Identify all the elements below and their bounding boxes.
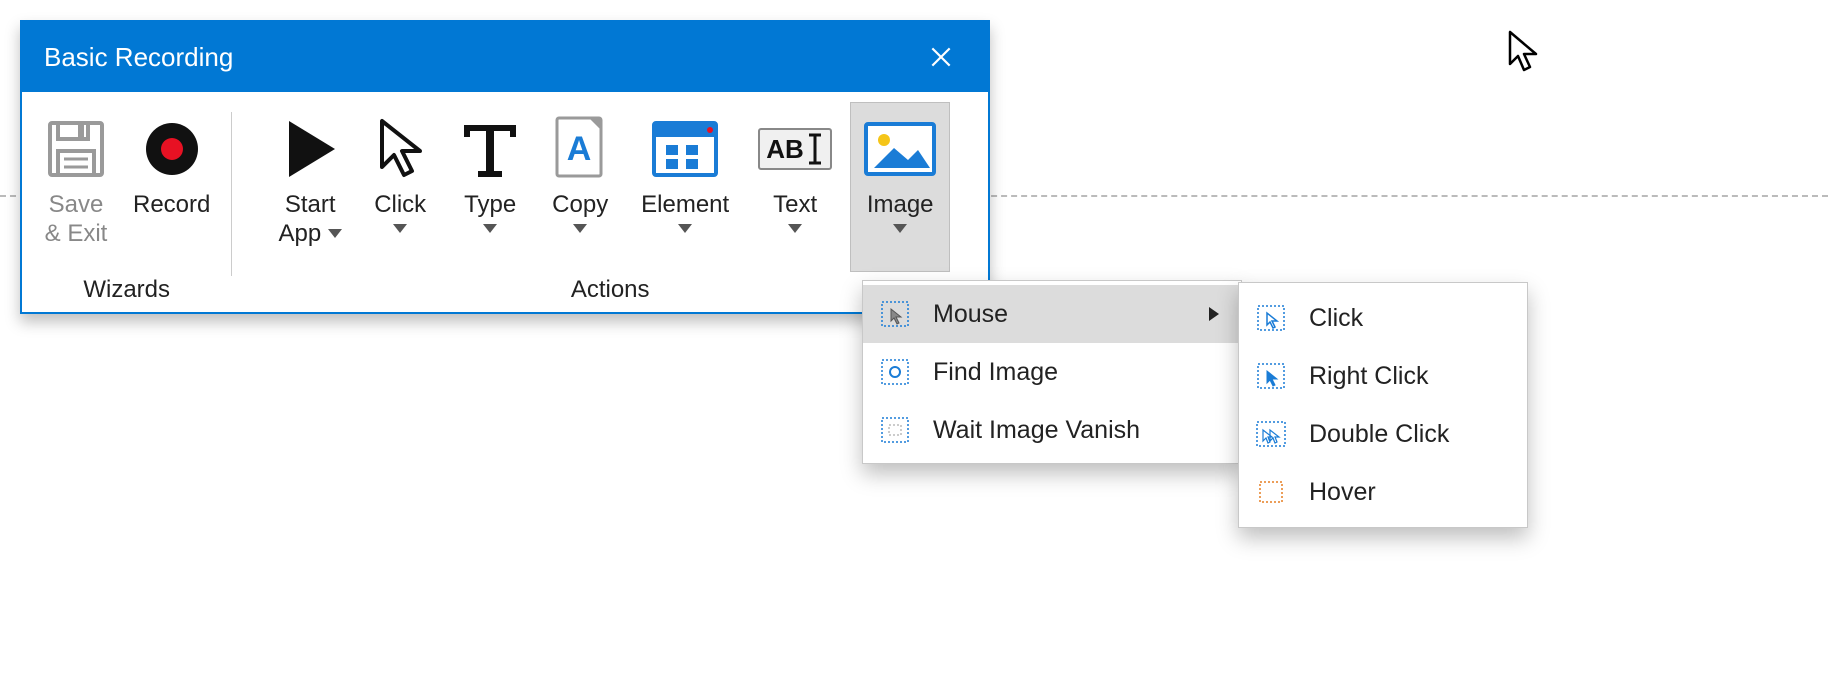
- dropdown-caret-icon: [893, 224, 907, 234]
- dropdown-caret-icon: [328, 229, 342, 239]
- click-button[interactable]: Click: [360, 102, 440, 272]
- ribbon: Save & Exit Record: [22, 92, 988, 312]
- menu-item-find-image[interactable]: Find Image: [863, 343, 1241, 401]
- text-icon: AB: [757, 127, 833, 171]
- copy-icon: A: [551, 114, 609, 184]
- mouse-submenu: Click Right Click Double Click Hover: [1238, 282, 1528, 528]
- dropdown-caret-icon: [573, 224, 587, 234]
- image-label: Image: [867, 191, 934, 220]
- svg-text:A: A: [567, 130, 592, 168]
- copy-label: Copy: [552, 191, 608, 220]
- wait-vanish-icon: [881, 417, 909, 443]
- mouse-menu-icon: [881, 301, 909, 327]
- save-label-line1: Save: [49, 191, 104, 220]
- copy-button[interactable]: A Copy: [540, 102, 620, 272]
- element-icon: [650, 119, 720, 179]
- record-button[interactable]: Record: [126, 102, 217, 272]
- dropdown-caret-icon: [483, 224, 497, 234]
- element-label: Element: [641, 191, 729, 220]
- group-wizards: Save & Exit Record: [30, 102, 223, 306]
- menu-item-right-click-label: Right Click: [1309, 362, 1509, 391]
- click-label: Click: [374, 191, 426, 220]
- submenu-arrow-icon: [1209, 307, 1219, 321]
- save-exit-button[interactable]: Save & Exit: [36, 102, 116, 272]
- right-click-menu-icon: [1257, 363, 1285, 389]
- save-icon: [44, 117, 108, 181]
- close-button[interactable]: [916, 32, 966, 82]
- menu-item-click[interactable]: Click: [1239, 289, 1527, 347]
- menu-item-click-label: Click: [1309, 304, 1509, 333]
- menu-item-double-click-label: Double Click: [1309, 420, 1509, 449]
- image-icon: [862, 120, 938, 178]
- double-click-menu-icon: [1256, 421, 1286, 447]
- window-title: Basic Recording: [44, 42, 916, 73]
- dropdown-caret-icon: [393, 224, 407, 234]
- svg-text:AB: AB: [766, 134, 804, 164]
- menu-item-find-image-label: Find Image: [933, 358, 1209, 387]
- group-actions: Start App Click: [240, 102, 980, 306]
- group-wizards-label: Wizards: [83, 276, 170, 304]
- find-image-icon: [881, 359, 909, 385]
- dropdown-caret-icon: [788, 224, 802, 234]
- image-dropdown-menu: Mouse Find Image Wait Image Vanish: [862, 280, 1242, 464]
- group-divider: [231, 112, 232, 276]
- menu-item-hover-label: Hover: [1309, 478, 1509, 507]
- record-label: Record: [133, 191, 210, 220]
- menu-item-mouse[interactable]: Mouse: [863, 285, 1241, 343]
- start-app-line2: App: [279, 220, 322, 247]
- close-icon: [928, 44, 954, 70]
- menu-item-wait-vanish-label: Wait Image Vanish: [933, 416, 1209, 445]
- hover-menu-icon: [1257, 479, 1285, 505]
- record-icon: [140, 117, 204, 181]
- menu-item-hover[interactable]: Hover: [1239, 463, 1527, 521]
- save-label-line2: & Exit: [45, 220, 108, 249]
- dropdown-caret-icon: [678, 224, 692, 234]
- type-label: Type: [464, 191, 516, 220]
- menu-item-right-click[interactable]: Right Click: [1239, 347, 1527, 405]
- start-app-line1: Start: [285, 191, 336, 220]
- start-app-button[interactable]: Start App: [270, 102, 350, 272]
- type-icon: [458, 117, 522, 181]
- menu-item-wait-image-vanish[interactable]: Wait Image Vanish: [863, 401, 1241, 459]
- mouse-cursor-icon: [1506, 30, 1540, 79]
- element-button[interactable]: Element: [630, 102, 740, 272]
- group-actions-label: Actions: [571, 276, 650, 304]
- play-icon: [281, 117, 339, 181]
- menu-item-double-click[interactable]: Double Click: [1239, 405, 1527, 463]
- text-label: Text: [773, 191, 817, 220]
- click-menu-icon: [1257, 305, 1285, 331]
- menu-item-mouse-label: Mouse: [933, 300, 1209, 329]
- cursor-icon: [374, 117, 426, 181]
- basic-recording-window: Basic Recording: [20, 20, 990, 314]
- image-button[interactable]: Image: [850, 102, 950, 272]
- text-button[interactable]: AB Text: [750, 102, 840, 272]
- type-button[interactable]: Type: [450, 102, 530, 272]
- titlebar: Basic Recording: [22, 22, 988, 92]
